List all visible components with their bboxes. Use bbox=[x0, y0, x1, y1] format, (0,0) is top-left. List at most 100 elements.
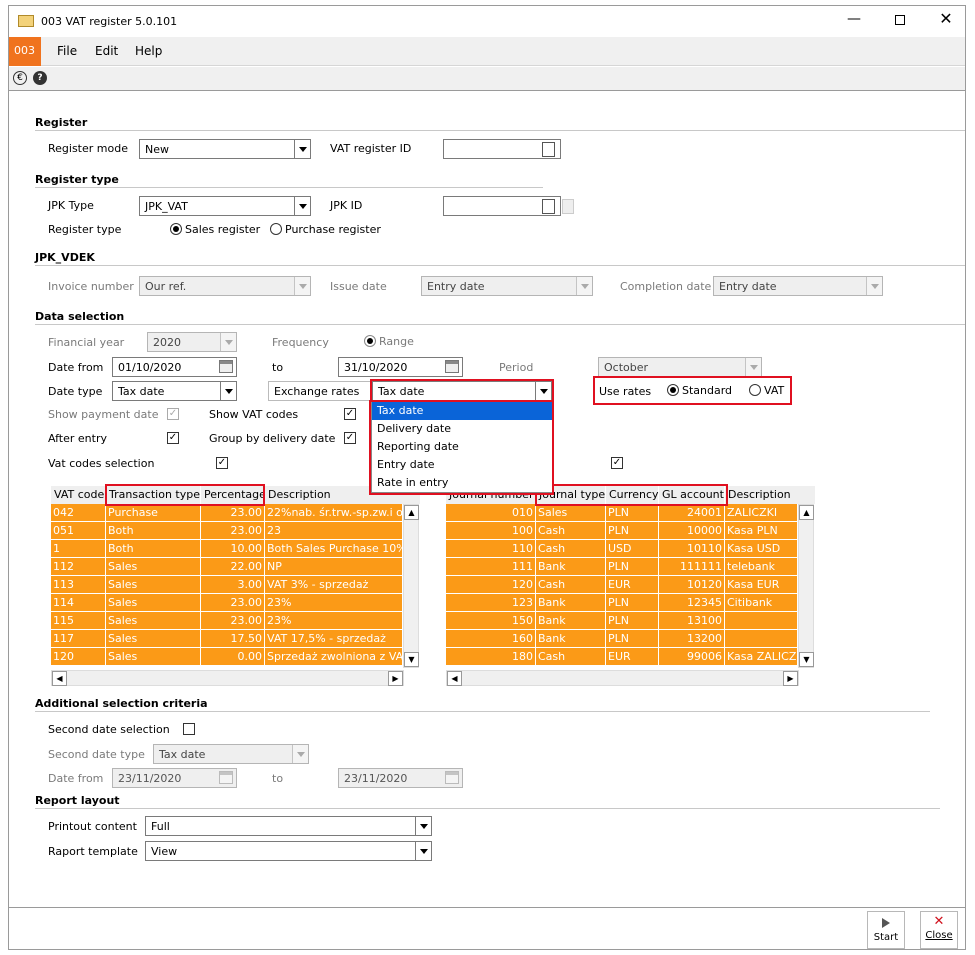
vat-register-id-label: VAT register ID bbox=[330, 142, 412, 155]
table-row[interactable]: 051 Both 23.00 23 bbox=[51, 522, 403, 540]
scroll-down-icon[interactable]: ▼ bbox=[799, 652, 814, 667]
table-cell: Cash bbox=[536, 576, 606, 594]
dropdown-option[interactable]: Reporting date bbox=[372, 438, 552, 456]
scroll-up-icon[interactable]: ▲ bbox=[799, 505, 814, 520]
show-payment-date-label: Show payment date bbox=[48, 408, 159, 421]
section-register: Register bbox=[35, 116, 88, 129]
menu-edit[interactable]: Edit bbox=[95, 44, 118, 58]
window-title: 003 VAT register 5.0.101 bbox=[41, 15, 178, 28]
table-row[interactable]: 100 Cash PLN 10000 Kasa PLN bbox=[446, 522, 798, 540]
table-row[interactable]: 111 Bank PLN 111111 telebank bbox=[446, 558, 798, 576]
table-row[interactable]: 120 Cash EUR 10120 Kasa EUR bbox=[446, 576, 798, 594]
table-cell: Kasa ZALICZKI bbox=[725, 648, 798, 666]
scroll-up-icon[interactable]: ▲ bbox=[404, 505, 419, 520]
table-cell: 111111 bbox=[659, 558, 725, 576]
maximize-button[interactable] bbox=[885, 9, 915, 31]
after-entry-checkbox[interactable]: ✓ bbox=[167, 432, 179, 444]
dropdown-option[interactable]: Delivery date bbox=[372, 420, 552, 438]
column-header[interactable]: Currency bbox=[606, 486, 659, 504]
table-row[interactable]: 112 Sales 22.00 NP bbox=[51, 558, 403, 576]
financial-year-select: 2020 bbox=[147, 332, 237, 352]
report-template-select[interactable]: View bbox=[145, 841, 432, 861]
standard-radio[interactable] bbox=[667, 384, 679, 396]
exchange-rates-select[interactable]: Tax date bbox=[372, 381, 552, 401]
lookup-icon[interactable] bbox=[542, 199, 555, 214]
vat-radio[interactable] bbox=[749, 384, 761, 396]
date-type-label: Date type bbox=[48, 385, 103, 398]
start-button[interactable]: Start bbox=[867, 911, 905, 949]
show-vat-codes-checkbox[interactable]: ✓ bbox=[344, 408, 356, 420]
column-header[interactable]: Description bbox=[725, 486, 816, 504]
table-row[interactable]: 010 Sales PLN 24001 ZALICZKI bbox=[446, 504, 798, 522]
table-cell: Bank bbox=[536, 612, 606, 630]
table-row[interactable]: 042 Purchase 23.00 22%nab. śr.trw.-sp.zw.i … bbox=[51, 504, 403, 522]
table-row[interactable]: 180CashEUR99006Kasa ZALICZKI bbox=[446, 648, 798, 666]
table-cell: 010 bbox=[446, 504, 536, 522]
second-date-selection-checkbox[interactable] bbox=[183, 723, 195, 735]
horizontal-scrollbar[interactable]: ◀ ▶ bbox=[51, 670, 404, 686]
calendar-icon[interactable] bbox=[445, 360, 459, 373]
jpk-type-select[interactable]: JPK_VAT bbox=[139, 196, 311, 216]
column-header[interactable]: GL account bbox=[659, 486, 725, 504]
horizontal-scrollbar[interactable]: ◀ ▶ bbox=[446, 670, 799, 686]
scroll-right-icon[interactable]: ▶ bbox=[783, 671, 798, 686]
issue-date-value: Entry date bbox=[427, 280, 485, 293]
date-type-select[interactable]: Tax date bbox=[112, 381, 237, 401]
sales-register-radio[interactable] bbox=[170, 223, 182, 235]
minimize-button[interactable]: — bbox=[839, 9, 869, 31]
table-cell: 150 bbox=[446, 612, 536, 630]
group-by-delivery-checkbox[interactable]: ✓ bbox=[344, 432, 356, 444]
table-cell: NP bbox=[265, 558, 403, 576]
vertical-scrollbar[interactable]: ▲ ▼ bbox=[798, 504, 814, 668]
table-row[interactable]: 114 Sales 23.00 23% bbox=[51, 594, 403, 612]
table-cell: 13200 bbox=[659, 630, 725, 648]
dropdown-option[interactable]: Tax date bbox=[372, 402, 552, 420]
date-from-label: Date from bbox=[48, 361, 104, 374]
scroll-left-icon[interactable]: ◀ bbox=[52, 671, 67, 686]
table-cell: 051 bbox=[51, 522, 106, 540]
column-header[interactable]: VAT code bbox=[51, 486, 106, 504]
lookup-icon[interactable] bbox=[542, 142, 555, 157]
help-icon[interactable]: ? bbox=[33, 71, 47, 85]
table-row[interactable]: 150 Bank PLN 13100 bbox=[446, 612, 798, 630]
table-row[interactable]: 113 Sales 3.00 VAT 3% - sprzedaż bbox=[51, 576, 403, 594]
column-header[interactable]: Transaction type bbox=[106, 486, 201, 504]
table-row[interactable]: 110 Cash USD 10110 Kasa USD bbox=[446, 540, 798, 558]
play-icon bbox=[882, 918, 890, 928]
table-row[interactable]: 160 Bank PLN 13200 bbox=[446, 630, 798, 648]
table-cell: 120 bbox=[51, 648, 106, 666]
column-header[interactable]: Percentage bbox=[201, 486, 266, 504]
calendar-icon[interactable] bbox=[219, 360, 233, 373]
financial-year-label: Financial year bbox=[48, 336, 125, 349]
printout-content-select[interactable]: Full bbox=[145, 816, 432, 836]
chevron-down-icon bbox=[415, 842, 431, 860]
vertical-scrollbar[interactable]: ▲ ▼ bbox=[403, 504, 419, 668]
table-row[interactable]: 120 Sales 0.00 Sprzedaż zwolniona z VAT bbox=[51, 648, 403, 666]
table-row[interactable]: 117 Sales 17.50 VAT 17,5% - sprzedaż bbox=[51, 630, 403, 648]
table-row[interactable]: 1 Both 10.00 Both Sales Purchase 10% bbox=[51, 540, 403, 558]
table-row[interactable]: 115 Sales 23.00 23% bbox=[51, 612, 403, 630]
scroll-right-icon[interactable]: ▶ bbox=[388, 671, 403, 686]
menu-file[interactable]: File bbox=[57, 44, 77, 58]
register-mode-select[interactable]: New bbox=[139, 139, 311, 159]
period-value: October bbox=[604, 361, 649, 374]
table-row[interactable]: 123 Bank PLN 12345 Citibank bbox=[446, 594, 798, 612]
table-cell: ZALICZKI bbox=[725, 504, 798, 522]
scroll-down-icon[interactable]: ▼ bbox=[404, 652, 419, 667]
register-type-label: Register type bbox=[48, 223, 122, 236]
dropdown-option[interactable]: Entry date bbox=[372, 456, 552, 474]
vat-codes-selection-checkbox[interactable]: ✓ bbox=[216, 457, 228, 469]
vat-codes-grid: VAT code Transaction type Percentage Des… bbox=[51, 486, 421, 687]
close-window-button[interactable]: ✕ bbox=[931, 9, 961, 31]
journals-grid: Journal number Journal type Currency GL … bbox=[446, 486, 816, 687]
table-cell: 24001 bbox=[659, 504, 725, 522]
close-button[interactable]: ✕ Close bbox=[920, 911, 958, 949]
table-cell: 99006 bbox=[659, 648, 725, 666]
dropdown-option[interactable]: Rate in entry bbox=[372, 474, 552, 492]
currency-icon[interactable]: € bbox=[13, 71, 27, 85]
menu-help[interactable]: Help bbox=[135, 44, 162, 58]
scroll-left-icon[interactable]: ◀ bbox=[447, 671, 462, 686]
purchase-register-radio[interactable] bbox=[270, 223, 282, 235]
journal-selection-checkbox[interactable]: ✓ bbox=[611, 457, 623, 469]
invoice-number-value: Our ref. bbox=[145, 280, 187, 293]
